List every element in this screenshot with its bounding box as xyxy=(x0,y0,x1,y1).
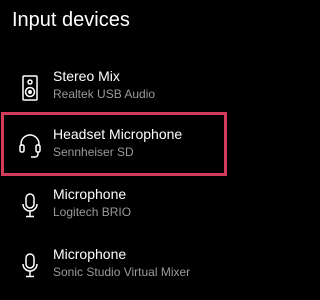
page-title: Input devices xyxy=(12,9,130,31)
device-microphone-logitech[interactable]: Microphone Logitech BRIO xyxy=(0,185,239,237)
device-name: Stereo Mix xyxy=(53,68,120,84)
device-name: Microphone xyxy=(53,246,127,262)
device-name: Microphone xyxy=(53,186,127,202)
device-headset-microphone[interactable]: Headset Microphone Sennheiser SD xyxy=(0,125,239,177)
device-name: Headset Microphone xyxy=(53,126,183,142)
device-subtitle: Sonic Studio Virtual Mixer xyxy=(53,265,191,279)
device-microphone-sonic-studio[interactable]: Microphone Sonic Studio Virtual Mixer xyxy=(0,245,239,297)
device-stereo-mix[interactable]: Stereo Mix Realtek USB Audio xyxy=(0,67,239,119)
device-subtitle: Realtek USB Audio xyxy=(53,87,156,101)
microphone-icon xyxy=(18,193,42,219)
speaker-icon xyxy=(18,75,42,101)
microphone-icon xyxy=(18,253,42,279)
headset-icon xyxy=(18,133,42,159)
device-subtitle: Sennheiser SD xyxy=(53,145,134,159)
device-subtitle: Logitech BRIO xyxy=(53,205,132,219)
